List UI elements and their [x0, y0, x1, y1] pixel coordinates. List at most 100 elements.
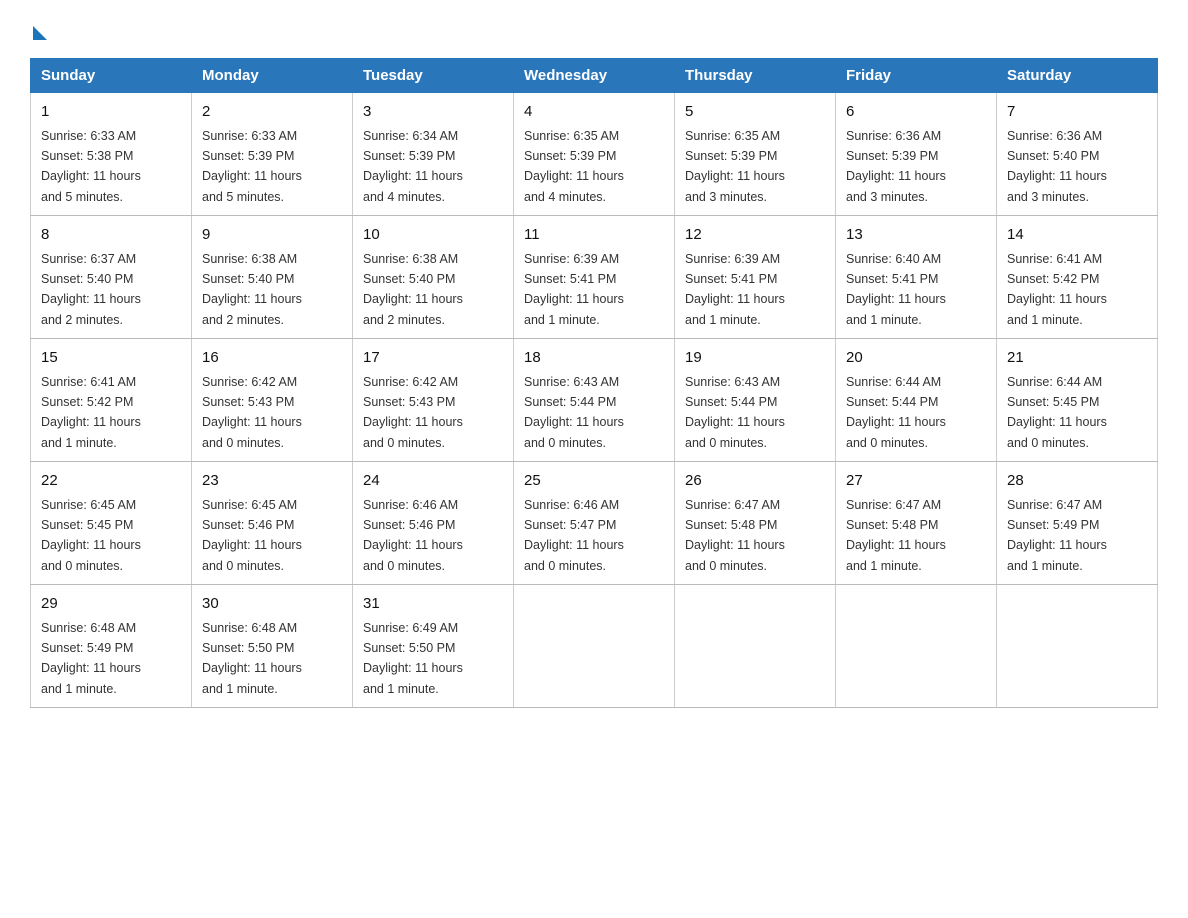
- day-number: 9: [202, 224, 342, 247]
- weekday-header-tuesday: Tuesday: [353, 59, 514, 93]
- calendar-cell: [675, 585, 836, 708]
- calendar-cell: 23 Sunrise: 6:45 AMSunset: 5:46 PMDaylig…: [192, 462, 353, 585]
- day-number: 16: [202, 347, 342, 370]
- day-info: Sunrise: 6:44 AMSunset: 5:45 PMDaylight:…: [1007, 375, 1107, 450]
- calendar-cell: 10 Sunrise: 6:38 AMSunset: 5:40 PMDaylig…: [353, 216, 514, 339]
- calendar-cell: 7 Sunrise: 6:36 AMSunset: 5:40 PMDayligh…: [997, 93, 1158, 216]
- day-info: Sunrise: 6:38 AMSunset: 5:40 PMDaylight:…: [202, 252, 302, 327]
- calendar-cell: 26 Sunrise: 6:47 AMSunset: 5:48 PMDaylig…: [675, 462, 836, 585]
- day-info: Sunrise: 6:46 AMSunset: 5:46 PMDaylight:…: [363, 498, 463, 573]
- day-info: Sunrise: 6:44 AMSunset: 5:44 PMDaylight:…: [846, 375, 946, 450]
- day-info: Sunrise: 6:41 AMSunset: 5:42 PMDaylight:…: [41, 375, 141, 450]
- day-info: Sunrise: 6:41 AMSunset: 5:42 PMDaylight:…: [1007, 252, 1107, 327]
- calendar-week-row: 1 Sunrise: 6:33 AMSunset: 5:38 PMDayligh…: [31, 93, 1158, 216]
- weekday-header-sunday: Sunday: [31, 59, 192, 93]
- weekday-header-monday: Monday: [192, 59, 353, 93]
- calendar-body: 1 Sunrise: 6:33 AMSunset: 5:38 PMDayligh…: [31, 93, 1158, 708]
- day-number: 17: [363, 347, 503, 370]
- day-number: 14: [1007, 224, 1147, 247]
- day-info: Sunrise: 6:35 AMSunset: 5:39 PMDaylight:…: [685, 129, 785, 204]
- calendar-cell: 28 Sunrise: 6:47 AMSunset: 5:49 PMDaylig…: [997, 462, 1158, 585]
- weekday-header-wednesday: Wednesday: [514, 59, 675, 93]
- day-number: 5: [685, 101, 825, 124]
- calendar-week-row: 29 Sunrise: 6:48 AMSunset: 5:49 PMDaylig…: [31, 585, 1158, 708]
- day-info: Sunrise: 6:43 AMSunset: 5:44 PMDaylight:…: [524, 375, 624, 450]
- calendar-cell: 14 Sunrise: 6:41 AMSunset: 5:42 PMDaylig…: [997, 216, 1158, 339]
- day-info: Sunrise: 6:47 AMSunset: 5:49 PMDaylight:…: [1007, 498, 1107, 573]
- calendar-cell: [997, 585, 1158, 708]
- calendar-cell: 12 Sunrise: 6:39 AMSunset: 5:41 PMDaylig…: [675, 216, 836, 339]
- day-info: Sunrise: 6:35 AMSunset: 5:39 PMDaylight:…: [524, 129, 624, 204]
- day-info: Sunrise: 6:33 AMSunset: 5:38 PMDaylight:…: [41, 129, 141, 204]
- calendar-cell: 13 Sunrise: 6:40 AMSunset: 5:41 PMDaylig…: [836, 216, 997, 339]
- calendar-cell: 11 Sunrise: 6:39 AMSunset: 5:41 PMDaylig…: [514, 216, 675, 339]
- calendar-cell: 27 Sunrise: 6:47 AMSunset: 5:48 PMDaylig…: [836, 462, 997, 585]
- calendar-cell: 9 Sunrise: 6:38 AMSunset: 5:40 PMDayligh…: [192, 216, 353, 339]
- calendar-header: SundayMondayTuesdayWednesdayThursdayFrid…: [31, 59, 1158, 93]
- day-number: 31: [363, 593, 503, 616]
- calendar-cell: 21 Sunrise: 6:44 AMSunset: 5:45 PMDaylig…: [997, 339, 1158, 462]
- calendar-cell: 5 Sunrise: 6:35 AMSunset: 5:39 PMDayligh…: [675, 93, 836, 216]
- day-info: Sunrise: 6:34 AMSunset: 5:39 PMDaylight:…: [363, 129, 463, 204]
- calendar-cell: 2 Sunrise: 6:33 AMSunset: 5:39 PMDayligh…: [192, 93, 353, 216]
- calendar-cell: 16 Sunrise: 6:42 AMSunset: 5:43 PMDaylig…: [192, 339, 353, 462]
- page-header: [30, 20, 1158, 40]
- day-number: 4: [524, 101, 664, 124]
- day-number: 23: [202, 470, 342, 493]
- day-number: 3: [363, 101, 503, 124]
- calendar-cell: 1 Sunrise: 6:33 AMSunset: 5:38 PMDayligh…: [31, 93, 192, 216]
- calendar-cell: 22 Sunrise: 6:45 AMSunset: 5:45 PMDaylig…: [31, 462, 192, 585]
- day-number: 25: [524, 470, 664, 493]
- calendar-week-row: 15 Sunrise: 6:41 AMSunset: 5:42 PMDaylig…: [31, 339, 1158, 462]
- day-number: 20: [846, 347, 986, 370]
- day-info: Sunrise: 6:43 AMSunset: 5:44 PMDaylight:…: [685, 375, 785, 450]
- day-info: Sunrise: 6:39 AMSunset: 5:41 PMDaylight:…: [524, 252, 624, 327]
- logo-triangle-icon: [33, 26, 47, 40]
- calendar-cell: 30 Sunrise: 6:48 AMSunset: 5:50 PMDaylig…: [192, 585, 353, 708]
- calendar-cell: 25 Sunrise: 6:46 AMSunset: 5:47 PMDaylig…: [514, 462, 675, 585]
- day-info: Sunrise: 6:33 AMSunset: 5:39 PMDaylight:…: [202, 129, 302, 204]
- day-info: Sunrise: 6:40 AMSunset: 5:41 PMDaylight:…: [846, 252, 946, 327]
- day-number: 18: [524, 347, 664, 370]
- day-info: Sunrise: 6:45 AMSunset: 5:46 PMDaylight:…: [202, 498, 302, 573]
- day-number: 21: [1007, 347, 1147, 370]
- weekday-header-saturday: Saturday: [997, 59, 1158, 93]
- day-info: Sunrise: 6:49 AMSunset: 5:50 PMDaylight:…: [363, 621, 463, 696]
- day-number: 22: [41, 470, 181, 493]
- day-number: 24: [363, 470, 503, 493]
- day-number: 12: [685, 224, 825, 247]
- calendar-cell: 18 Sunrise: 6:43 AMSunset: 5:44 PMDaylig…: [514, 339, 675, 462]
- day-info: Sunrise: 6:48 AMSunset: 5:50 PMDaylight:…: [202, 621, 302, 696]
- day-info: Sunrise: 6:47 AMSunset: 5:48 PMDaylight:…: [685, 498, 785, 573]
- calendar-cell: 24 Sunrise: 6:46 AMSunset: 5:46 PMDaylig…: [353, 462, 514, 585]
- day-info: Sunrise: 6:47 AMSunset: 5:48 PMDaylight:…: [846, 498, 946, 573]
- day-number: 7: [1007, 101, 1147, 124]
- day-info: Sunrise: 6:39 AMSunset: 5:41 PMDaylight:…: [685, 252, 785, 327]
- calendar-cell: 4 Sunrise: 6:35 AMSunset: 5:39 PMDayligh…: [514, 93, 675, 216]
- calendar-cell: 6 Sunrise: 6:36 AMSunset: 5:39 PMDayligh…: [836, 93, 997, 216]
- calendar-cell: 17 Sunrise: 6:42 AMSunset: 5:43 PMDaylig…: [353, 339, 514, 462]
- day-info: Sunrise: 6:38 AMSunset: 5:40 PMDaylight:…: [363, 252, 463, 327]
- day-info: Sunrise: 6:42 AMSunset: 5:43 PMDaylight:…: [202, 375, 302, 450]
- day-number: 28: [1007, 470, 1147, 493]
- calendar-cell: 19 Sunrise: 6:43 AMSunset: 5:44 PMDaylig…: [675, 339, 836, 462]
- day-number: 29: [41, 593, 181, 616]
- day-number: 2: [202, 101, 342, 124]
- calendar-cell: 20 Sunrise: 6:44 AMSunset: 5:44 PMDaylig…: [836, 339, 997, 462]
- calendar-week-row: 22 Sunrise: 6:45 AMSunset: 5:45 PMDaylig…: [31, 462, 1158, 585]
- day-number: 13: [846, 224, 986, 247]
- calendar-cell: 29 Sunrise: 6:48 AMSunset: 5:49 PMDaylig…: [31, 585, 192, 708]
- day-number: 8: [41, 224, 181, 247]
- day-number: 10: [363, 224, 503, 247]
- day-number: 27: [846, 470, 986, 493]
- calendar-cell: 15 Sunrise: 6:41 AMSunset: 5:42 PMDaylig…: [31, 339, 192, 462]
- day-number: 30: [202, 593, 342, 616]
- day-info: Sunrise: 6:46 AMSunset: 5:47 PMDaylight:…: [524, 498, 624, 573]
- day-info: Sunrise: 6:36 AMSunset: 5:40 PMDaylight:…: [1007, 129, 1107, 204]
- day-info: Sunrise: 6:36 AMSunset: 5:39 PMDaylight:…: [846, 129, 946, 204]
- day-info: Sunrise: 6:42 AMSunset: 5:43 PMDaylight:…: [363, 375, 463, 450]
- calendar-table: SundayMondayTuesdayWednesdayThursdayFrid…: [30, 58, 1158, 708]
- calendar-cell: [514, 585, 675, 708]
- day-number: 19: [685, 347, 825, 370]
- weekday-header-thursday: Thursday: [675, 59, 836, 93]
